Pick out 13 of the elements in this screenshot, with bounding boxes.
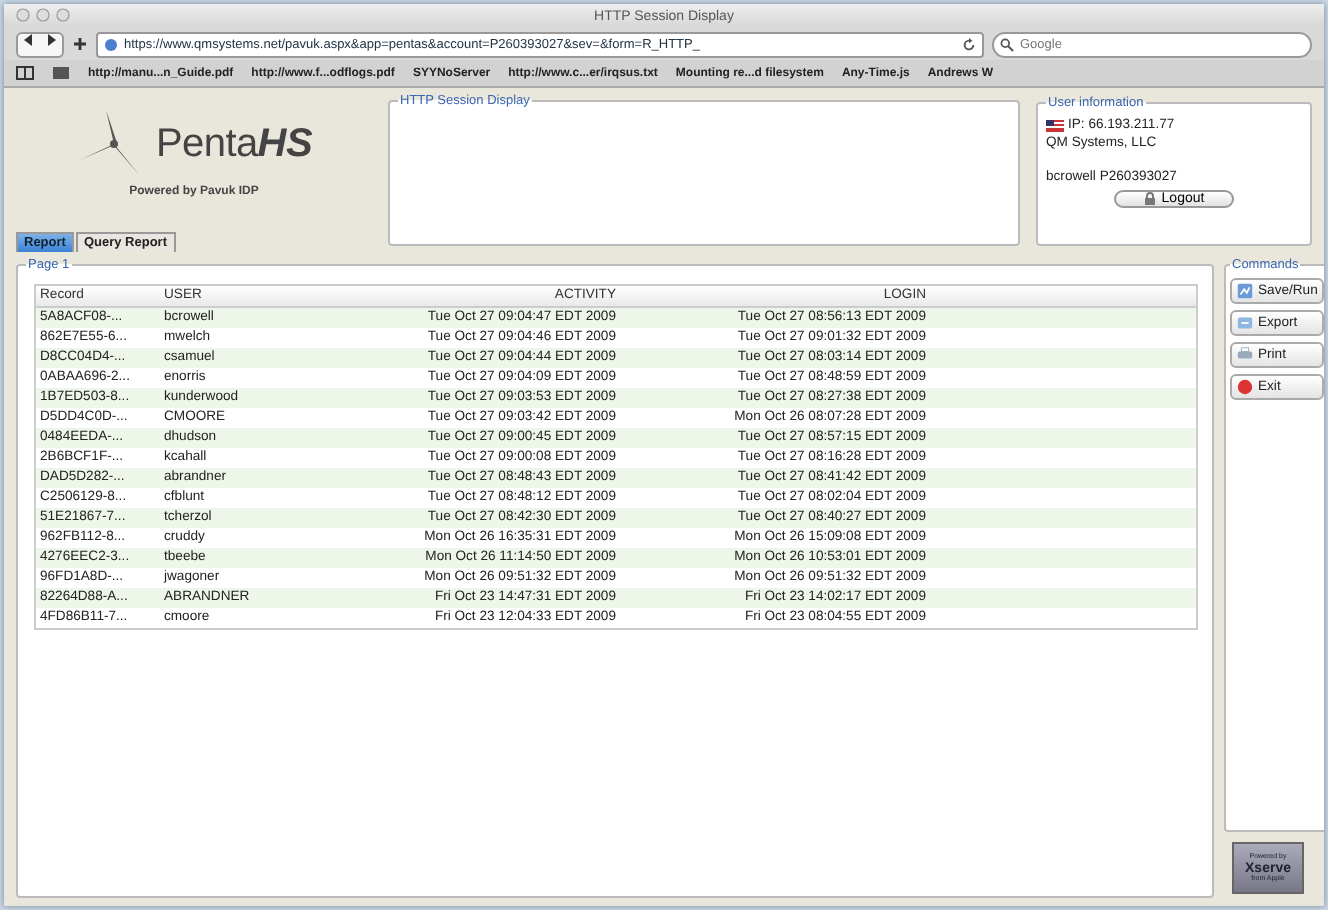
back-arrow-icon	[24, 33, 34, 45]
globe-icon	[104, 37, 118, 51]
export-icon	[1236, 314, 1254, 332]
printer-icon	[1236, 346, 1254, 364]
lock-icon	[1143, 192, 1156, 206]
flag-icon	[1046, 119, 1064, 131]
chart-icon	[1236, 282, 1254, 300]
search-icon	[1000, 37, 1014, 51]
logo-text: PentaHS	[156, 121, 312, 167]
add-bookmark-icon[interactable]	[72, 36, 88, 52]
forward-arrow-icon	[46, 33, 56, 45]
stop-icon	[1236, 378, 1254, 396]
reload-icon[interactable]	[962, 37, 976, 51]
